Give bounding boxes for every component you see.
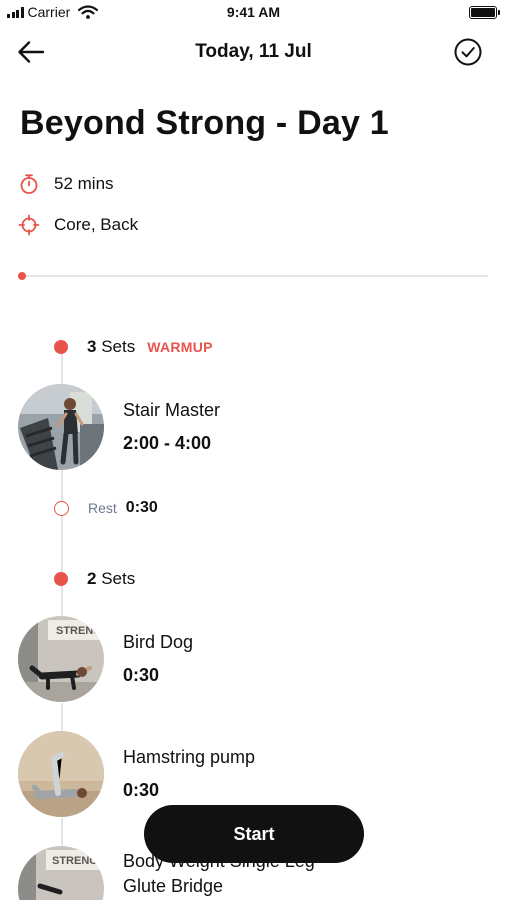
crosshair-icon (18, 214, 40, 236)
set-group-header: 3 Sets WARMUP (54, 337, 213, 357)
timeline-line (61, 470, 63, 502)
duration-text: 52 mins (54, 174, 114, 193)
rest-duration: 0:30 (125, 499, 158, 516)
timeline-line (61, 514, 63, 572)
battery-icon (469, 6, 500, 19)
exercise-duration: 0:30 (123, 780, 160, 800)
nav-bar: Today, 11 Jul (0, 30, 507, 74)
rest-row: Rest 0:30 (54, 499, 158, 517)
workout-duration: 52 mins (18, 173, 114, 195)
exercise-name: Stair Master (123, 400, 221, 420)
exercise-thumbnail (18, 731, 104, 817)
workout-title: Beyond Strong - Day 1 (20, 104, 389, 142)
muscles-text: Core, Back (54, 215, 139, 234)
exercise-name: Hamstring pump (123, 747, 256, 767)
start-button[interactable]: Start (144, 805, 364, 863)
status-bar: Carrier 9:41 AM (0, 0, 507, 26)
workout-progress-track (20, 275, 488, 277)
svg-text:STRENG: STRENG (52, 855, 98, 867)
set-group-header: 2 Sets (54, 569, 135, 589)
workout-muscles: Core, Back (18, 214, 138, 236)
status-time: 9:41 AM (226, 4, 281, 20)
exercise-name: Bird Dog (123, 632, 194, 652)
check-circle-icon[interactable] (453, 37, 483, 67)
timeline-dot (54, 340, 68, 354)
exercise-thumbnail: STRENG (18, 846, 104, 900)
exercise-duration: 0:30 (123, 665, 160, 685)
exercise-duration: 2:00 - 4:00 (123, 433, 212, 453)
sets-count: 3 Sets (87, 337, 136, 356)
exercise-item[interactable]: STRENG Bird Dog 0:30 (18, 616, 498, 704)
rest-dot (54, 500, 69, 516)
svg-text:STRENG: STRENG (56, 625, 102, 637)
warmup-tag: WARMUP (147, 339, 213, 355)
timeline-dot (54, 572, 68, 586)
workout-progress-indicator (18, 272, 26, 280)
exercise-thumbnail (18, 384, 104, 470)
rest-label: Rest (88, 500, 117, 516)
sets-count: 2 Sets (87, 569, 136, 588)
exercise-thumbnail: STRENG (18, 616, 104, 702)
exercise-name-line2: Glute Bridge (123, 876, 224, 896)
exercise-item[interactable]: Stair Master 2:00 - 4:00 (18, 384, 498, 472)
nav-title: Today, 11 Jul (195, 41, 312, 62)
stopwatch-icon (20, 174, 38, 194)
